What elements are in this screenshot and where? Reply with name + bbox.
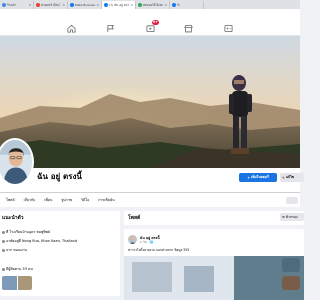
profile-tabs: โพสต์ เกี่ยวกับ เพื่อน รูปภาพ วิดีโอ การ… <box>0 192 300 207</box>
facebook-favicon-icon <box>104 3 108 7</box>
location-pin-icon <box>2 248 5 252</box>
facebook-top-nav: 9+ <box>0 9 300 36</box>
home-icon[interactable] <box>66 23 76 33</box>
flag-icon[interactable] <box>105 23 115 33</box>
home-location-icon <box>2 239 5 243</box>
post-author-avatar[interactable] <box>128 235 137 244</box>
tab-videos[interactable]: วิดีโอ <box>81 197 89 203</box>
more-options-button[interactable] <box>286 197 298 204</box>
tab-posts[interactable]: โพสต์ <box>6 197 15 203</box>
chat-head-contact[interactable] <box>282 258 300 272</box>
post-timestamp[interactable]: 1 วัน · 🌐 <box>140 240 153 245</box>
post-image[interactable] <box>124 256 304 300</box>
tab-photos[interactable]: รูปภาพ <box>61 197 72 203</box>
photo-thumbnail[interactable] <box>2 276 17 290</box>
posts-header <box>124 211 304 225</box>
chat-head-contact[interactable] <box>282 276 300 290</box>
plus-icon: + <box>247 175 251 180</box>
posts-title: โพสต์ <box>128 215 141 221</box>
edit-profile-button[interactable]: ✎ แก้ไข <box>280 173 304 182</box>
close-tab-icon[interactable]: ✕ <box>164 3 167 7</box>
browser-tab-bar: ร้านค้า✕ ครอบครัวมีลม ไอพอลุบัติต คุณชาว… <box>0 0 300 9</box>
video-icon[interactable]: 9+ <box>145 20 159 33</box>
close-tab-icon[interactable]: ✕ <box>62 3 65 7</box>
pencil-icon: ✎ <box>282 175 285 180</box>
filter-icon: ≡ <box>282 215 285 219</box>
close-tab-icon[interactable]: ✕ <box>96 3 99 7</box>
close-tab-icon[interactable]: ✕ <box>130 3 133 7</box>
intro-row: มีผู้ติดตาม 53 คน <box>2 266 33 272</box>
favicon-icon <box>36 3 40 7</box>
browser-tab[interactable]: ร้า <box>170 1 204 9</box>
intro-row: อาศัยอยู่ที่ Nong Rua, Khon Kaen, Thaila… <box>2 238 77 244</box>
school-icon <box>2 230 5 234</box>
favicon-icon <box>138 3 142 7</box>
store-icon[interactable] <box>183 23 193 33</box>
post-text: สาวางโลกิ้งสวยงาม บอกต่างหาก ข้อมูล 555 <box>128 248 190 252</box>
intro-title: แนะนำตัว <box>2 215 24 221</box>
tab-checkins[interactable]: การเช็คอิน <box>98 197 114 203</box>
intro-row: ที่ โรงเรียนบ้านอุดร ชมพูทิพย์ <box>2 229 50 235</box>
notification-badge: 9+ <box>151 20 159 25</box>
photo-thumbnail[interactable] <box>17 276 32 290</box>
tab-about[interactable]: เกี่ยวกับ <box>24 197 36 203</box>
browser-tab[interactable]: ร้านค้า ✕ <box>0 1 34 9</box>
filter-button[interactable]: ≡ ตัวกรอง <box>280 213 304 221</box>
gaming-icon[interactable] <box>223 23 233 33</box>
tab-friends[interactable]: เพื่อน <box>44 197 52 203</box>
favicon-icon <box>70 3 74 7</box>
browser-tab[interactable]: ทดลองวิธี ฝั่งตะวันออก ช่องทางรายได้✕ <box>136 1 170 9</box>
add-to-story-button[interactable]: + เพิ่มในสตอรี่ <box>239 173 277 182</box>
intro-photos[interactable] <box>2 276 32 290</box>
close-tab-icon[interactable]: ✕ <box>28 3 31 7</box>
browser-tab[interactable]: ครอบครัวมีลม ไอพอลุบัติต คุณชาวบ้าน✕ <box>34 1 68 9</box>
intro-row: จาก ขอนแก่น <box>2 247 27 253</box>
profile-name: ฉัน อยู่ ตรงนี้ <box>37 172 82 181</box>
browser-tab-active[interactable]: (7) ฉัน อยู่ ตรงนี้ | Facebook✕ <box>102 1 136 9</box>
favicon-icon <box>172 3 176 7</box>
cover-photo[interactable] <box>0 36 300 168</box>
browser-tab[interactable]: Meta Business Suite✕ <box>68 1 102 9</box>
followers-icon <box>2 267 5 271</box>
favicon-icon <box>2 3 6 7</box>
